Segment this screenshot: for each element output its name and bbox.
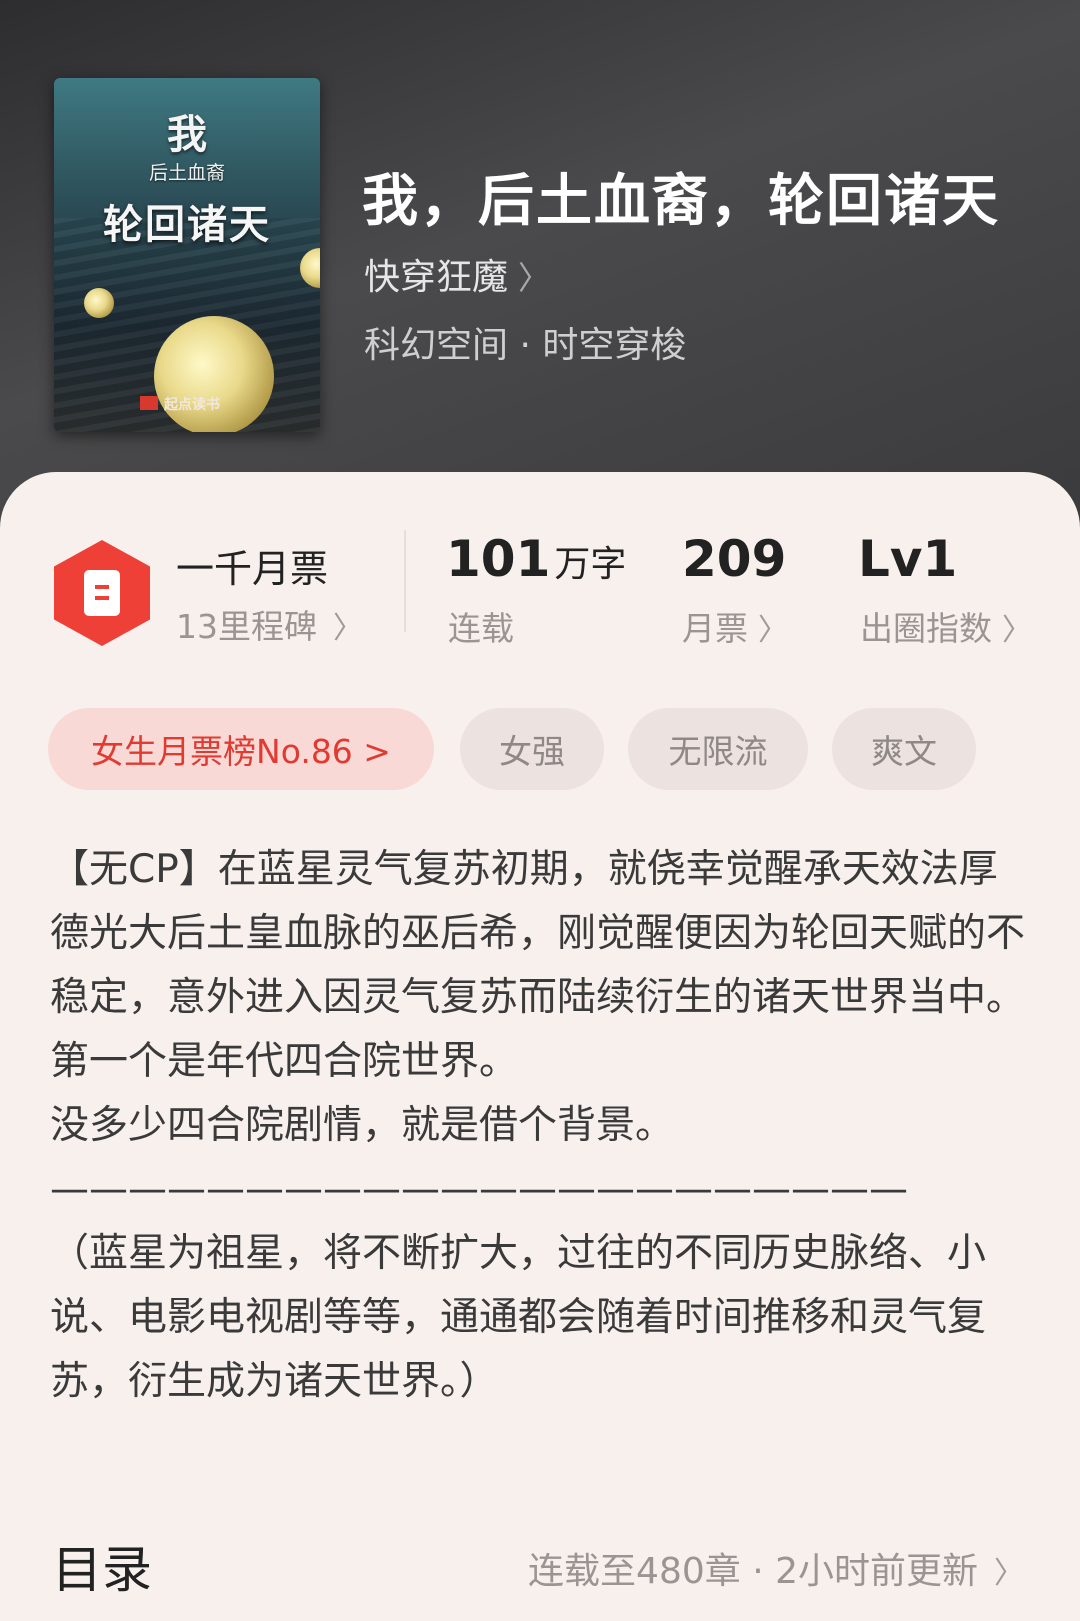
book-header: 我 后土血裔 轮回诸天 起点读书 我，后土血裔，轮回诸天 快穿狂魔〉 科幻空间 … — [0, 0, 1080, 520]
milestone-title: 一千月票 — [176, 547, 329, 591]
book-title: 我，后土血裔，轮回诸天 — [362, 168, 1000, 234]
book-cover[interactable]: 我 后土血裔 轮回诸天 起点读书 — [54, 78, 320, 432]
monthly-tickets-label: 月票 — [682, 609, 748, 648]
monthly-tickets-link[interactable]: 月票〉 — [682, 602, 788, 650]
word-count-value: 101 — [446, 530, 551, 588]
toc-status-text: 连载至480章 · 2小时前更新 — [528, 1551, 978, 1592]
chevron-right-icon: 〉 — [994, 1556, 1024, 1591]
rank-tag[interactable]: 女生月票榜No.86 > — [48, 708, 434, 790]
chevron-right-icon: 〉 — [1002, 613, 1032, 648]
toc-link[interactable]: 连载至480章 · 2小时前更新〉 — [528, 1542, 1024, 1594]
influence-label: 出圈指数 — [860, 609, 992, 648]
author-name: 快穿狂魔 — [364, 257, 509, 298]
chevron-right-icon: 〉 — [758, 613, 788, 648]
cover-moon-small — [84, 288, 114, 318]
cover-moon — [154, 316, 274, 432]
word-count: 101 万字 — [446, 530, 626, 588]
word-count-unit: 万字 — [554, 544, 627, 585]
publisher-logo-icon — [140, 396, 158, 410]
monthly-tickets-value: 209 — [682, 530, 787, 588]
book-category: 科幻空间 · 时空穿梭 — [364, 325, 687, 366]
milestone-link[interactable]: 13里程碑〉 — [176, 600, 363, 648]
stats-divider — [404, 530, 406, 632]
tag-chip[interactable]: 无限流 — [628, 708, 808, 790]
ticket-icon — [84, 570, 120, 616]
tag-chip[interactable]: 爽文 — [832, 708, 976, 790]
milestone-count: 13里程碑 — [176, 607, 317, 646]
cover-title-line3: 轮回诸天 — [103, 201, 271, 248]
tag-chip[interactable]: 女强 — [460, 708, 604, 790]
influence-link[interactable]: 出圈指数〉 — [860, 602, 1032, 650]
author-link[interactable]: 快穿狂魔〉 — [364, 248, 550, 300]
chevron-right-icon: 〉 — [518, 259, 551, 297]
cover-title-line1: 我 — [167, 111, 207, 158]
book-synopsis: 【无CP】在蓝星灵气复苏初期，就侥幸觉醒承天效法厚德光大后土皇血脉的巫后希，刚觉… — [50, 847, 1026, 1404]
cover-title-line2: 后土血裔 — [148, 162, 225, 184]
serial-status: 连载 — [448, 609, 514, 648]
influence-level: Lv1 — [858, 530, 958, 588]
chevron-right-icon: 〉 — [333, 611, 363, 646]
cover-publisher: 起点读书 — [164, 397, 220, 413]
toc-title: 目录 — [52, 1541, 152, 1599]
